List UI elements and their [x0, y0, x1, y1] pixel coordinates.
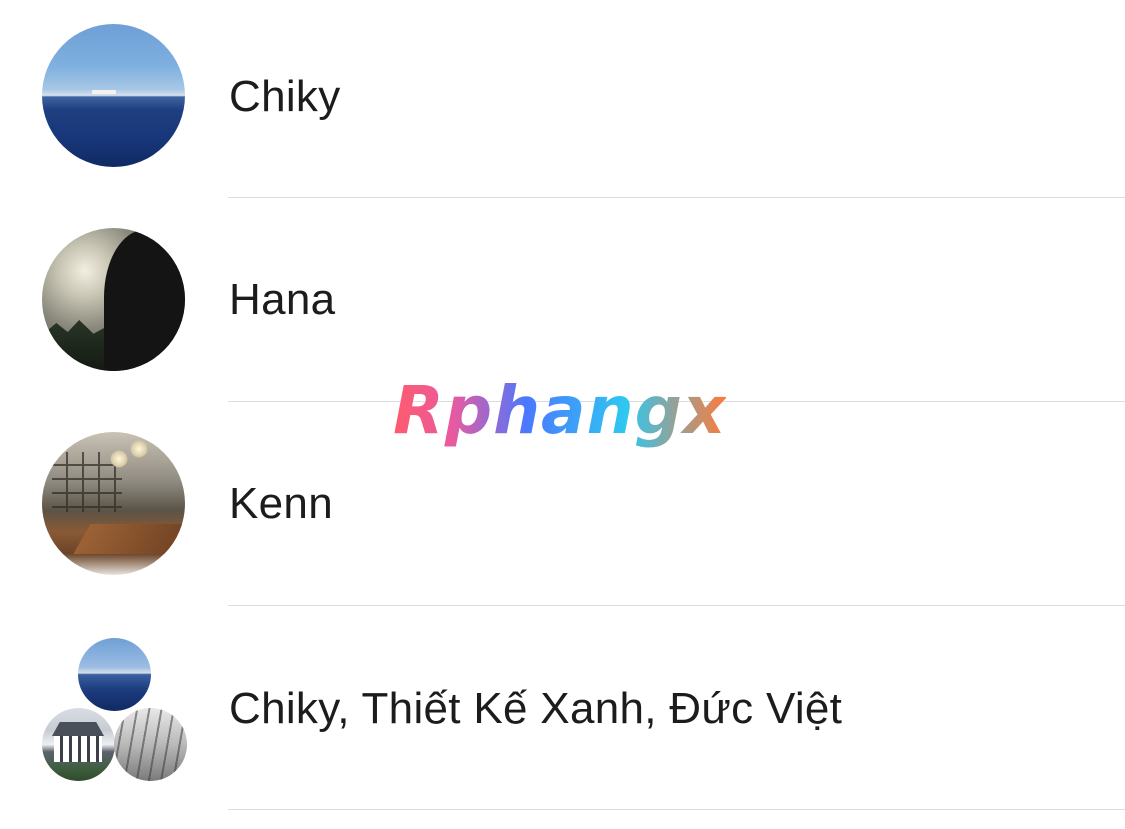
conversation-name: Hana: [229, 275, 336, 324]
group-member-avatar: [114, 708, 187, 781]
conversation-name: Chiky, Thiết Kế Xanh, Đức Việt: [229, 684, 843, 733]
watermark-logo: Rphangx: [393, 372, 727, 449]
lamp-shape: [130, 440, 148, 458]
conversation-row-chiky[interactable]: Chiky: [0, 0, 1125, 198]
table-shape: [73, 524, 185, 554]
lamp-shape: [110, 450, 128, 468]
conversation-row-group[interactable]: Chiky, Thiết Kế Xanh, Đức Việt: [0, 606, 1125, 810]
tree-trunks-shape: [114, 708, 187, 781]
group-member-avatar: [42, 708, 115, 781]
house-roof-shape: [52, 722, 104, 736]
person-silhouette-shape: [104, 230, 185, 371]
group-avatar: [42, 638, 187, 783]
avatar: [42, 24, 185, 167]
avatar: [42, 228, 185, 371]
house-walls-shape: [54, 736, 102, 762]
conversation-name: Kenn: [229, 479, 333, 528]
group-member-avatar: [78, 638, 151, 711]
ship-shape: [92, 90, 116, 94]
conversation-name: Chiky: [229, 72, 341, 121]
avatar: [42, 432, 185, 575]
